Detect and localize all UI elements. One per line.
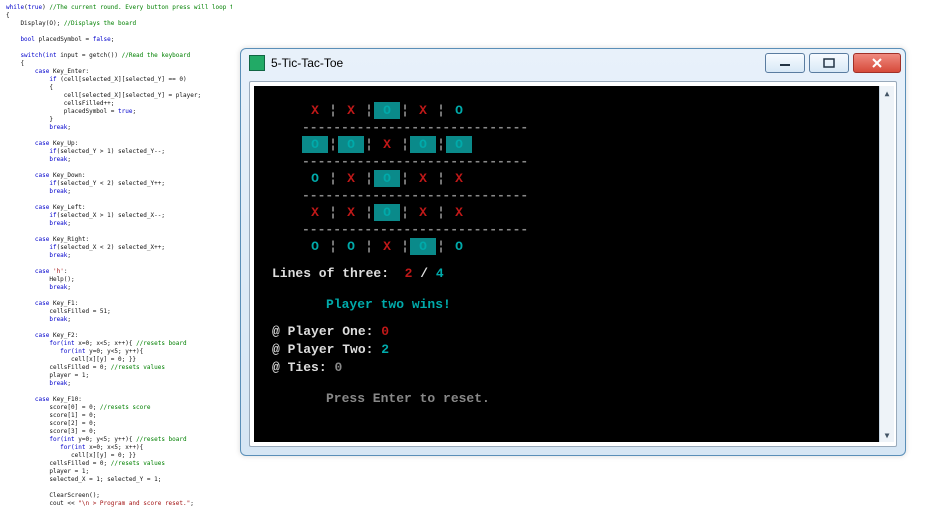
board-hline: -----------------------------	[302, 119, 862, 136]
maximize-button[interactable]	[809, 53, 849, 73]
bullet-icon: @	[272, 360, 280, 375]
board-cell: X	[446, 170, 472, 187]
board-sep: ¦	[400, 170, 410, 187]
bullet-icon: @	[272, 342, 280, 357]
board-cell: O	[374, 204, 400, 221]
app-icon	[249, 55, 265, 71]
console-output[interactable]: X¦X¦O¦X¦O-----------------------------O¦…	[254, 86, 880, 442]
board-sep: ¦	[328, 136, 338, 153]
board-cell: X	[410, 102, 436, 119]
board-sep: ¦	[400, 238, 410, 255]
board-cell: O	[410, 238, 436, 255]
board-sep: ¦	[364, 136, 374, 153]
board-sep: ¦	[436, 204, 446, 221]
board-hline: -----------------------------	[302, 153, 862, 170]
scoreboard: @ Player One: 0 @ Player Two: 2 @ Ties: …	[272, 323, 862, 376]
board-cell: O	[302, 238, 328, 255]
board-cell: X	[374, 136, 400, 153]
bullet-icon: @	[272, 324, 280, 339]
vertical-scrollbar[interactable]: ▲ ▼	[879, 86, 894, 442]
board-sep: ¦	[364, 170, 374, 187]
board-sep: ¦	[328, 170, 338, 187]
window-client-area: X¦X¦O¦X¦O-----------------------------O¦…	[249, 81, 897, 447]
board-sep: ¦	[328, 238, 338, 255]
p2-label: Player Two:	[288, 342, 374, 357]
board-cell: O	[302, 170, 328, 187]
maximize-icon	[823, 58, 835, 68]
scroll-up-button[interactable]: ▲	[880, 86, 894, 100]
p1-value: 0	[381, 324, 389, 339]
lines-p2: 4	[436, 266, 444, 281]
board-cell: X	[338, 102, 364, 119]
board-cell: O	[374, 102, 400, 119]
board-cell: O	[446, 136, 472, 153]
code-editor-pane[interactable]: while(true) //The current round. Every b…	[0, 0, 232, 508]
board-sep: ¦	[328, 102, 338, 119]
board-cell: X	[374, 238, 400, 255]
board-cell: O	[410, 136, 436, 153]
board-sep: ¦	[364, 204, 374, 221]
board-sep: ¦	[400, 136, 410, 153]
lines-p1: 2	[405, 266, 413, 281]
board-sep: ¦	[364, 102, 374, 119]
lines-sep: /	[420, 266, 428, 281]
board-sep: ¦	[436, 136, 446, 153]
board-cell: X	[410, 204, 436, 221]
board-sep: ¦	[364, 238, 374, 255]
minimize-icon	[779, 58, 791, 68]
lines-label: Lines of three:	[272, 266, 389, 281]
titlebar[interactable]: 5-Tic-Tac-Toe	[241, 49, 905, 77]
board-cell: O	[446, 102, 472, 119]
game-board: X¦X¦O¦X¦O-----------------------------O¦…	[302, 102, 862, 255]
press-enter-prompt: Press Enter to reset.	[326, 390, 862, 407]
result-text: Player two wins!	[326, 296, 862, 313]
board-sep: ¦	[400, 102, 410, 119]
board-cell: O	[374, 170, 400, 187]
window-title: 5-Tic-Tac-Toe	[271, 56, 761, 70]
board-cell: O	[338, 238, 364, 255]
board-hline: -----------------------------	[302, 221, 862, 238]
board-cell: O	[302, 136, 328, 153]
board-sep: ¦	[436, 170, 446, 187]
scroll-down-button[interactable]: ▼	[880, 428, 894, 442]
board-cell: X	[338, 204, 364, 221]
minimize-button[interactable]	[765, 53, 805, 73]
game-window: 5-Tic-Tac-Toe X¦X¦O¦X¦O-----------------…	[240, 48, 906, 456]
board-cell: X	[446, 204, 472, 221]
ties-value: 0	[334, 360, 342, 375]
board-sep: ¦	[400, 204, 410, 221]
p2-value: 2	[381, 342, 389, 357]
board-cell: X	[302, 204, 328, 221]
board-cell: X	[302, 102, 328, 119]
board-sep: ¦	[436, 238, 446, 255]
p1-label: Player One:	[288, 324, 374, 339]
ties-label: Ties:	[288, 360, 327, 375]
board-sep: ¦	[436, 102, 446, 119]
board-sep: ¦	[328, 204, 338, 221]
board-cell: O	[338, 136, 364, 153]
board-hline: -----------------------------	[302, 187, 862, 204]
close-button[interactable]	[853, 53, 901, 73]
board-cell: O	[446, 238, 472, 255]
close-icon	[871, 58, 883, 68]
board-cell: X	[338, 170, 364, 187]
board-cell: X	[410, 170, 436, 187]
